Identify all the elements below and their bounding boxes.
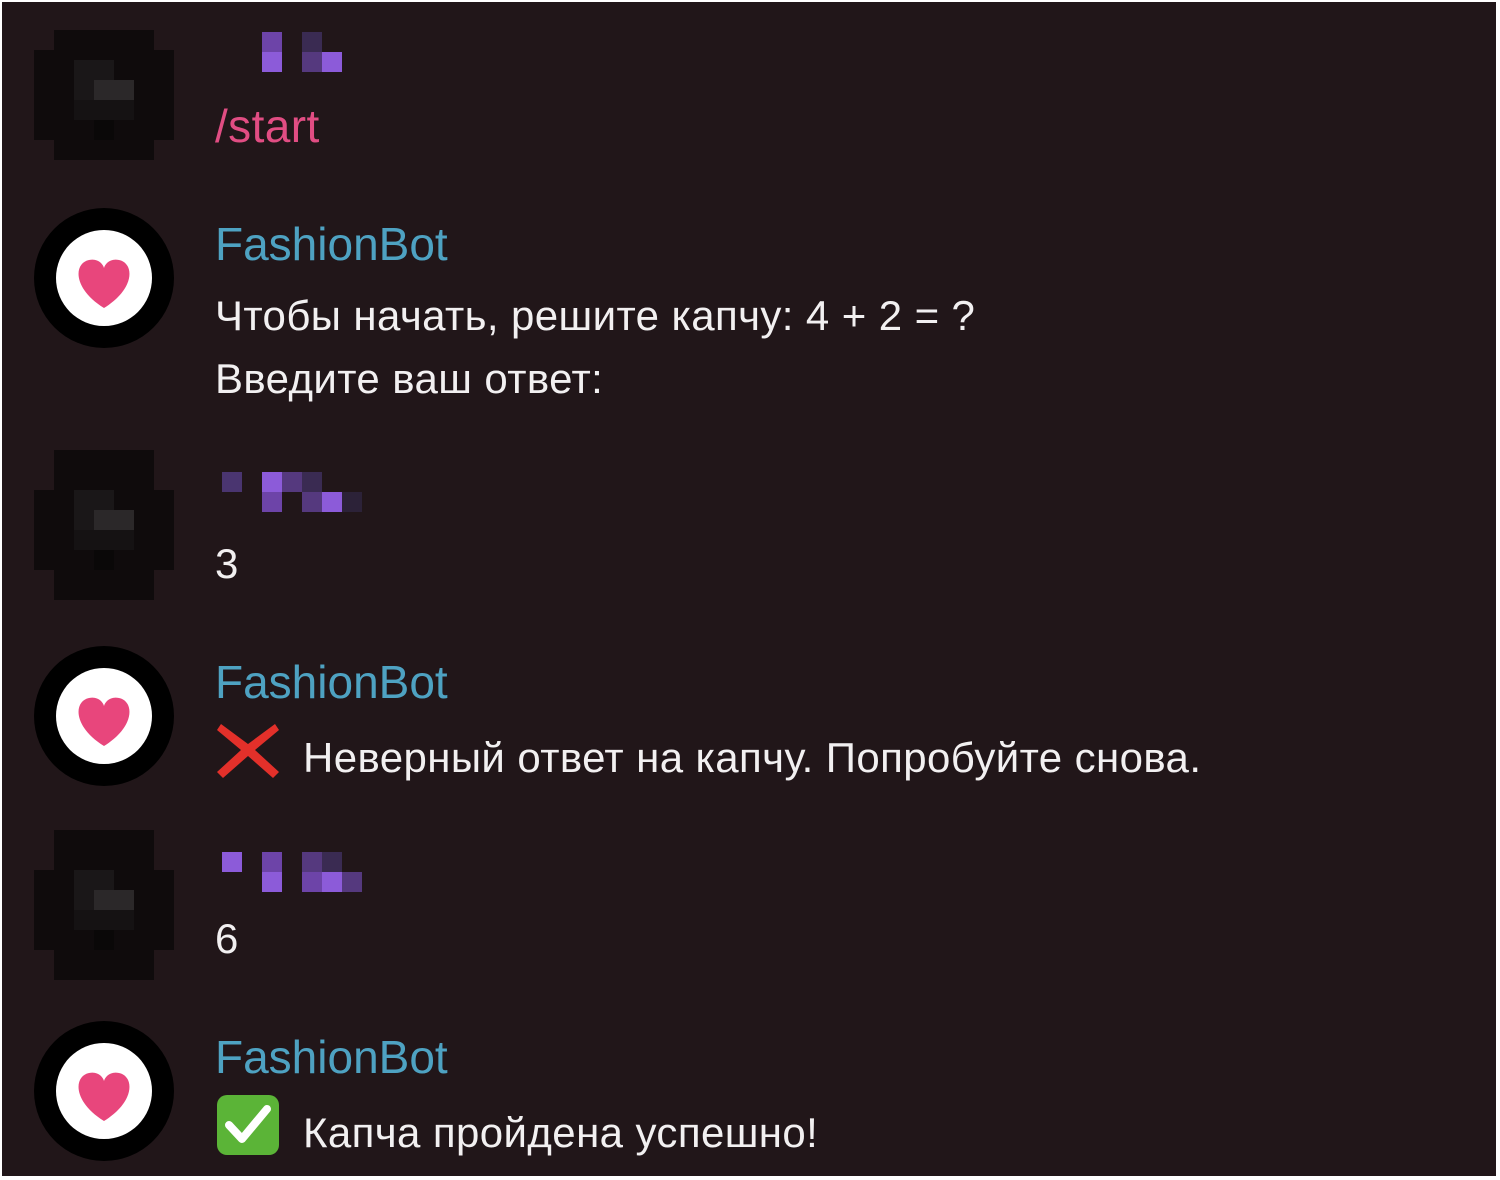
message-text: Введите ваш ответ: <box>215 355 604 402</box>
chat-window: /start FashionBot Чтобы начать, решите к… <box>2 2 1496 1176</box>
message-line: Неверный ответ на капчу. Попробуйте снов… <box>215 720 1201 789</box>
bot-avatar[interactable] <box>34 208 174 348</box>
bot-name[interactable]: FashionBot <box>215 1029 448 1085</box>
message-text: Капча пройдена успешно! <box>303 1109 819 1156</box>
bot-name[interactable]: FashionBot <box>215 654 448 710</box>
user-name-redacted <box>215 32 365 72</box>
message-text: Неверный ответ на капчу. Попробуйте снов… <box>303 734 1202 781</box>
bot-avatar[interactable] <box>34 646 174 786</box>
user-name-redacted <box>215 472 365 512</box>
bot-name[interactable]: FashionBot <box>215 216 448 272</box>
user-avatar-blurred[interactable] <box>34 20 174 160</box>
user-avatar-blurred[interactable] <box>34 830 174 980</box>
cross-mark-icon <box>215 720 281 780</box>
check-mark-button-icon <box>215 1095 281 1155</box>
message-text: Чтобы начать, решите капчу: 4 + 2 = ? <box>215 292 976 339</box>
command-text[interactable]: /start <box>215 95 320 158</box>
user-avatar-blurred[interactable] <box>34 450 174 600</box>
message-text: 6 <box>215 915 239 962</box>
bot-avatar[interactable] <box>34 1021 174 1161</box>
message-text: 3 <box>215 540 239 587</box>
message-line: Капча пройдена успешно! <box>215 1095 818 1164</box>
user-name-redacted <box>215 852 365 892</box>
